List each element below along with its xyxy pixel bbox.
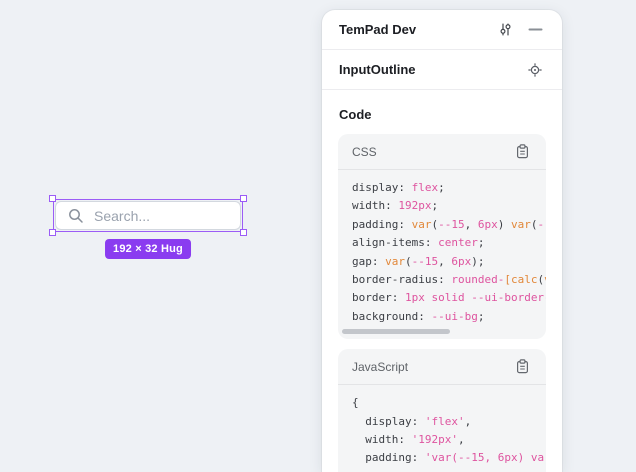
selection-handle-top-right[interactable] (240, 195, 247, 202)
clipboard-icon (516, 144, 529, 159)
code-line: border-radius: rounded-[calc(v (352, 271, 546, 289)
code-line: width: '192px', (352, 431, 546, 449)
code-line: align-items: center; (352, 234, 546, 252)
code-block-title: CSS (352, 145, 510, 159)
css-code-block: CSS display: flex;width: 192px;padding: v… (338, 134, 546, 339)
minimize-icon (528, 22, 543, 37)
code-body[interactable]: display: flex;width: 192px;padding: var(… (338, 170, 546, 326)
code-line: display: flex; (352, 179, 546, 197)
panel-title: TemPad Dev (339, 22, 493, 37)
code-line: { (352, 394, 546, 412)
javascript-code-block: JavaScript { display: 'flex', width: '192… (338, 349, 546, 472)
panel-header: TemPad Dev (322, 10, 562, 50)
code-block-title: JavaScript (352, 360, 510, 374)
code-section-title: Code (339, 107, 546, 122)
selection-handle-bottom-right[interactable] (240, 229, 247, 236)
code-blocks: CSS display: flex;width: 192px;padding: v… (338, 134, 546, 472)
tempad-dev-panel: TemPad Dev (322, 10, 562, 472)
code-section: Code CSSdisplay: flex;width: 192px;paddi… (322, 90, 562, 472)
copy-code-button[interactable] (510, 355, 534, 379)
minimize-button[interactable] (523, 18, 547, 42)
code-line: background: --ui-bg; (352, 308, 546, 326)
code-line: border: 1px solid --ui-border- (352, 289, 546, 307)
size-badge: 192 × 32 Hug (105, 239, 191, 259)
locate-icon (528, 63, 542, 77)
scrollbar-thumb[interactable] (342, 329, 450, 334)
selection-handle-bottom-left[interactable] (49, 229, 56, 236)
settings-sliders-button[interactable] (493, 18, 517, 42)
clipboard-icon (516, 359, 529, 374)
code-block-header: CSS (338, 134, 546, 170)
code-line: display: 'flex', (352, 413, 546, 431)
search-placeholder: Search... (94, 208, 150, 224)
search-icon (67, 207, 85, 225)
selected-node-row: InputOutline (322, 50, 562, 90)
copy-code-button[interactable] (510, 140, 534, 164)
code-body[interactable]: { display: 'flex', width: '192px', paddi… (338, 385, 546, 472)
code-line: alignItems: 'center', (352, 468, 546, 472)
search-input[interactable]: Search... (55, 201, 241, 230)
code-line: width: 192px; (352, 197, 546, 215)
search-component-selection[interactable]: Search... 192 × 32 Hug (53, 199, 243, 232)
horizontal-scrollbar[interactable] (338, 326, 546, 339)
code-line: padding: var(--15, 6px) var(-- (352, 216, 546, 234)
locate-node-button[interactable] (523, 58, 547, 82)
code-line: padding: 'var(--15, 6px) var (352, 449, 546, 467)
code-line: gap: var(--15, 6px); (352, 253, 546, 271)
selected-node-name: InputOutline (339, 62, 523, 77)
selection-handle-top-left[interactable] (49, 195, 56, 202)
sliders-icon (498, 22, 513, 37)
code-block-header: JavaScript (338, 349, 546, 385)
